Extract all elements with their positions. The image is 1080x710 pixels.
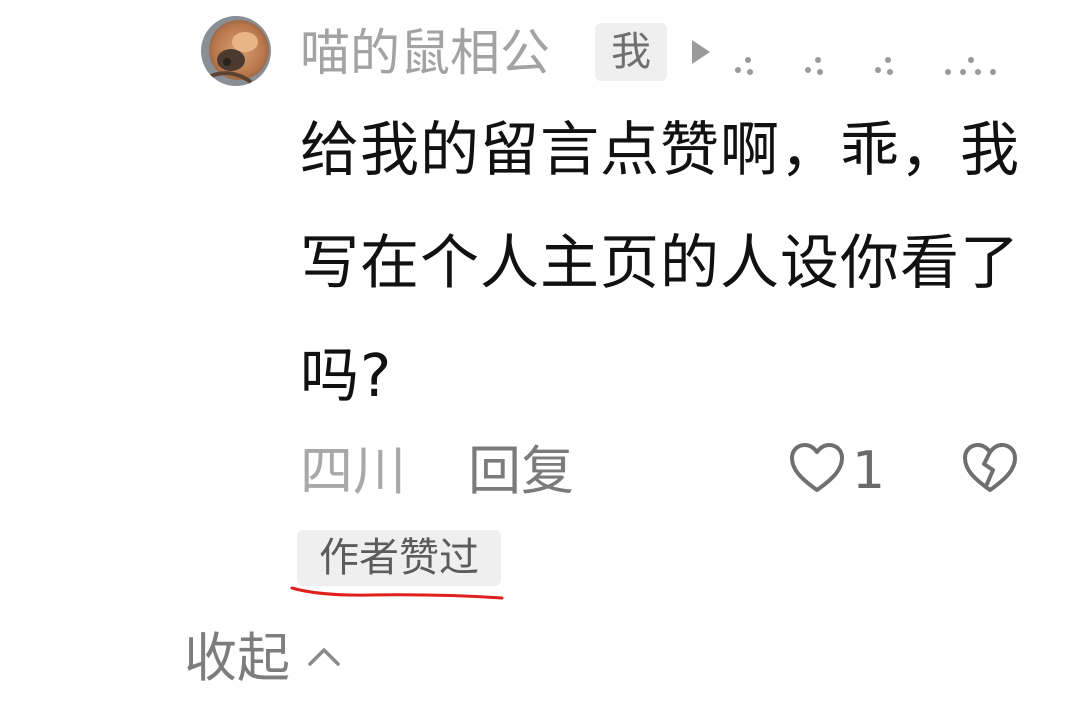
username[interactable]: 喵的鼠相公 xyxy=(300,22,550,84)
reply-button[interactable]: 回复 xyxy=(468,437,574,507)
collapse-button[interactable]: 收起 xyxy=(184,624,290,694)
like-count: 1 xyxy=(852,441,886,501)
like-button[interactable]: 1 xyxy=(788,440,896,502)
author-liked-badge: 作者赞过 xyxy=(297,530,501,586)
chevron-up-icon[interactable] xyxy=(304,640,344,672)
comment-text: 给我的留言点赞啊，乖，我写在个人主页的人设你看了吗? xyxy=(300,115,1021,410)
location-label: 四川 xyxy=(300,441,406,502)
heart-icon xyxy=(790,443,844,492)
avatar[interactable] xyxy=(201,16,271,86)
red-underline-annotation xyxy=(290,586,504,600)
music-notes-icon xyxy=(735,57,996,75)
cat-avatar-icon xyxy=(201,16,271,86)
self-tag: 我 xyxy=(595,23,667,81)
play-icon[interactable] xyxy=(690,38,712,66)
broken-heart-icon xyxy=(963,443,1017,492)
dislike-button[interactable] xyxy=(961,440,1019,498)
